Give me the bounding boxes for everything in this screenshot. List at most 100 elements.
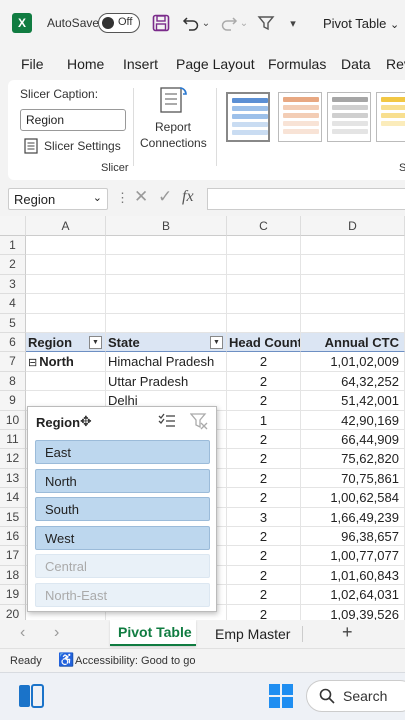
slicer-caption-input[interactable]: Region <box>20 109 126 131</box>
empty-cell[interactable] <box>301 294 405 314</box>
empty-cell[interactable] <box>301 255 405 275</box>
slicer-style-orange[interactable] <box>278 92 322 142</box>
filter-dropdown-icon[interactable]: ▼ <box>89 336 102 349</box>
pivot-data-cell[interactable]: 2 <box>227 604 301 620</box>
enter-icon[interactable]: ✓ <box>158 187 172 207</box>
row-header[interactable]: 6 <box>0 333 26 353</box>
row-header[interactable]: 1 <box>0 236 26 256</box>
empty-cell[interactable] <box>26 236 106 256</box>
tab-formulas[interactable]: Formulas <box>268 56 326 72</box>
pivot-header-cell[interactable]: State ▼ <box>106 333 227 353</box>
pivot-data-cell[interactable]: 2 <box>227 527 301 547</box>
row-header[interactable]: 8 <box>0 371 26 392</box>
slicer-style-gray[interactable] <box>327 92 371 142</box>
empty-cell[interactable] <box>227 274 301 295</box>
pivot-data-cell[interactable]: 2 <box>227 565 301 586</box>
formula-input[interactable] <box>207 188 405 210</box>
row-header[interactable]: 20 <box>0 604 26 620</box>
pivot-header-cell[interactable]: Annual CTC <box>301 333 405 353</box>
pivot-data-cell[interactable]: 1,01,02,009 <box>301 352 405 372</box>
row-header[interactable]: 19 <box>0 585 26 605</box>
tab-data[interactable]: Data <box>341 56 371 72</box>
row-header[interactable]: 17 <box>0 546 26 566</box>
pivot-data-cell[interactable]: 2 <box>227 585 301 605</box>
pivot-data-cell[interactable]: 2 <box>227 371 301 392</box>
windows-start-icon[interactable] <box>268 683 294 709</box>
empty-cell[interactable] <box>301 313 405 333</box>
row-header[interactable]: 16 <box>0 527 26 547</box>
accessibility-status[interactable]: Accessibility: Good to go <box>75 655 195 667</box>
taskbar-search[interactable]: Search <box>306 680 405 712</box>
more-icon[interactable]: ▾ <box>285 12 301 34</box>
pivot-data-cell[interactable]: 1,01,60,843 <box>301 565 405 586</box>
accessibility-icon[interactable]: ♿ <box>58 652 74 668</box>
pivot-data-cell[interactable]: 2 <box>227 488 301 508</box>
empty-cell[interactable] <box>106 255 227 275</box>
pivot-data-cell[interactable]: Uttar Pradesh <box>106 371 227 392</box>
widgets-icon[interactable] <box>18 683 44 709</box>
collapse-icon[interactable]: ⊟ <box>28 357 37 369</box>
pivot-data-cell[interactable]: ⊟ North <box>26 352 106 372</box>
pivot-data-cell[interactable]: 2 <box>227 449 301 469</box>
empty-cell[interactable] <box>26 294 106 314</box>
filter-dropdown-icon[interactable]: ▼ <box>210 336 223 349</box>
row-header[interactable]: 18 <box>0 565 26 586</box>
select-all-corner[interactable] <box>0 216 26 236</box>
pivot-data-cell[interactable]: 2 <box>227 430 301 450</box>
row-header[interactable]: 4 <box>0 294 26 314</box>
row-header[interactable]: 9 <box>0 391 26 411</box>
row-header[interactable]: 7 <box>0 352 26 372</box>
pivot-data-cell[interactable] <box>26 371 106 392</box>
tab-insert[interactable]: Insert <box>123 56 158 72</box>
tab-page-layout[interactable]: Page Layout <box>176 56 255 72</box>
filter-icon[interactable] <box>255 12 277 34</box>
empty-cell[interactable] <box>227 294 301 314</box>
row-header[interactable]: 15 <box>0 507 26 527</box>
empty-cell[interactable] <box>227 313 301 333</box>
save-icon[interactable] <box>150 12 172 34</box>
pivot-data-cell[interactable]: 64,32,252 <box>301 371 405 392</box>
sheet-tab-pivot-table[interactable]: Pivot Table <box>110 620 196 646</box>
row-header[interactable]: 3 <box>0 274 26 295</box>
slicer-item[interactable]: Central <box>35 554 210 579</box>
pivot-data-cell[interactable]: 42,90,169 <box>301 410 405 430</box>
pivot-data-cell[interactable]: 2 <box>227 468 301 489</box>
pivot-data-cell[interactable]: 2 <box>227 352 301 372</box>
multi-select-icon[interactable] <box>158 413 176 429</box>
redo-dropdown-icon[interactable]: ⌄ <box>239 12 249 34</box>
autosave-toggle[interactable]: Off <box>98 13 140 33</box>
column-header-b[interactable]: B <box>106 216 227 236</box>
tab-review[interactable]: Rev <box>386 56 405 72</box>
pivot-data-cell[interactable]: 66,44,909 <box>301 430 405 450</box>
tab-file[interactable]: File <box>21 56 44 72</box>
row-header[interactable]: 12 <box>0 449 26 469</box>
report-connections-button[interactable]: Report Connections <box>138 84 210 154</box>
add-sheet-button[interactable]: + <box>342 622 353 643</box>
pivot-header-cell[interactable]: Head Count <box>227 333 301 353</box>
empty-cell[interactable] <box>106 274 227 295</box>
chevron-right-icon[interactable]: › <box>54 624 59 642</box>
row-header[interactable]: 13 <box>0 468 26 489</box>
slicer-item[interactable]: West <box>35 525 210 550</box>
fx-icon[interactable]: fx <box>182 188 194 206</box>
pivot-data-cell[interactable]: 3 <box>227 507 301 527</box>
redo-icon[interactable] <box>218 12 240 34</box>
clear-filter-icon[interactable] <box>190 412 208 430</box>
pivot-data-cell[interactable]: 51,42,001 <box>301 391 405 411</box>
sheet-tab-emp-master[interactable]: Emp Master <box>215 626 290 642</box>
empty-cell[interactable] <box>106 313 227 333</box>
document-title[interactable]: Pivot Table ⌄ <box>323 16 399 31</box>
tab-home[interactable]: Home <box>67 56 104 72</box>
region-slicer[interactable]: Region ✥ East North South West Central North-… <box>27 406 217 612</box>
empty-cell[interactable] <box>26 274 106 295</box>
pivot-data-cell[interactable]: 1 <box>227 410 301 430</box>
empty-cell[interactable] <box>106 294 227 314</box>
empty-cell[interactable] <box>26 313 106 333</box>
pivot-data-cell[interactable]: 96,38,657 <box>301 527 405 547</box>
row-header[interactable]: 2 <box>0 255 26 275</box>
slicer-item[interactable]: East <box>35 440 210 464</box>
column-header-a[interactable]: A <box>26 216 106 236</box>
undo-icon[interactable] <box>180 12 202 34</box>
empty-cell[interactable] <box>106 236 227 256</box>
pivot-data-cell[interactable]: 1,00,77,077 <box>301 546 405 566</box>
